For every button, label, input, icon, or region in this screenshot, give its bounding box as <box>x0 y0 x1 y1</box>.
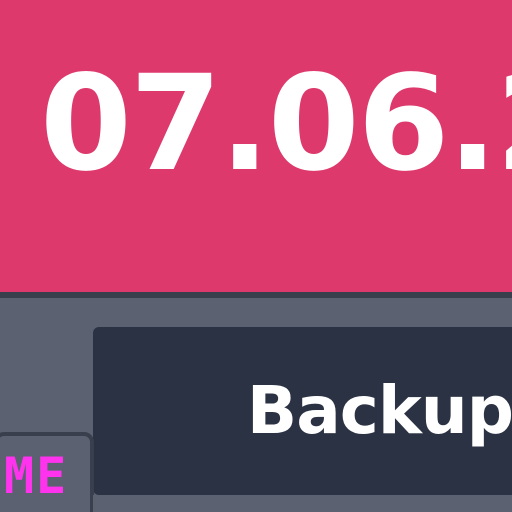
bottom-strip <box>93 495 512 512</box>
date-display: 07.06.2 <box>40 47 512 201</box>
backup-button-label: Backup <box>246 372 512 449</box>
backup-button[interactable]: Backup <box>93 327 512 495</box>
date-banner: 07.06.2 <box>0 0 512 292</box>
me-tab[interactable]: ME <box>0 432 94 512</box>
me-tab-label: ME <box>4 447 69 505</box>
screen: 07.06.2 Backup ME <box>0 0 512 512</box>
